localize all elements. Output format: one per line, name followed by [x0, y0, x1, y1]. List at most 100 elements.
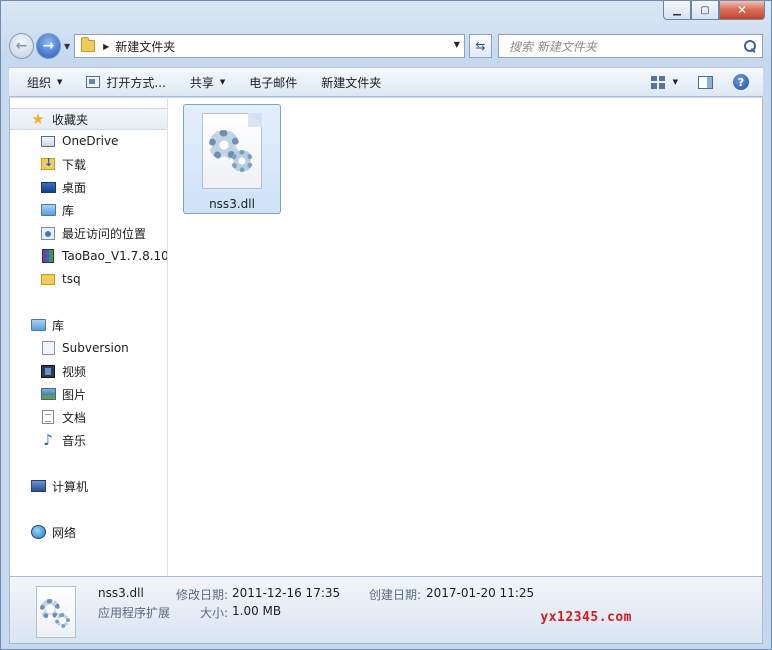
nav-item-downloads[interactable]: 下载 — [10, 153, 167, 175]
video-icon — [41, 364, 55, 378]
open-with-label: 打开方式... — [106, 75, 166, 90]
nav-item-recent-places[interactable]: 最近访问的位置 — [10, 222, 167, 244]
nav-item-pictures[interactable]: 图片 — [10, 383, 167, 405]
preview-pane-icon[interactable] — [698, 75, 713, 89]
forward-button[interactable]: → — [35, 33, 61, 59]
file-item-selected[interactable]: nss3.dll — [183, 104, 281, 214]
library-icon — [30, 319, 46, 331]
document-icon — [42, 410, 54, 424]
nav-label: 库 — [62, 203, 75, 218]
toolbar-right-group: ▼ ? — [650, 68, 749, 96]
nav-item-onedrive[interactable]: OneDrive — [10, 130, 167, 152]
nav-favorites[interactable]: ★ 收藏夹 — [10, 108, 167, 130]
share-label: 共享 — [189, 75, 214, 90]
nav-label: 计算机 — [52, 479, 89, 494]
organize-label: 组织 — [27, 75, 52, 90]
new-folder-label: 新建文件夹 — [321, 75, 382, 90]
subversion-icon — [41, 341, 55, 355]
nav-label: TaoBao_V1.7.8.10_ — [62, 249, 168, 263]
nav-label: Subversion — [62, 341, 129, 355]
rar-archive-icon — [42, 249, 54, 263]
desktop-icon — [40, 181, 56, 193]
navigation-bar: ← → ▼ ▶ 新建文件夹 ▼ ⇆ 搜索 新建文件夹 — [9, 31, 763, 61]
nav-label: 音乐 — [62, 433, 87, 448]
change-view-icon[interactable] — [650, 75, 665, 89]
details-modified-value: 2011-12-16 17:35 — [232, 586, 341, 600]
nav-item-desktop[interactable]: 桌面 — [10, 176, 167, 198]
minimize-button[interactable]: ▁ — [663, 1, 691, 20]
dll-gear-icon — [36, 586, 76, 638]
address-bar[interactable]: ▶ 新建文件夹 ▼ — [74, 34, 465, 58]
search-icon[interactable] — [744, 40, 756, 52]
maximize-button[interactable]: ▢ — [691, 1, 719, 20]
nav-label: 视频 — [62, 364, 87, 379]
file-name: nss3.dll — [209, 197, 255, 211]
details-modified-label: 修改日期: — [176, 588, 229, 602]
main-content: ★ 收藏夹 OneDrive 下载 桌面 库 最近访问的位置 — [9, 98, 763, 576]
computer-icon — [30, 480, 46, 492]
caption-buttons: ▁ ▢ ✕ — [663, 1, 765, 20]
nav-label: 收藏夹 — [52, 112, 89, 127]
breadcrumb-arrow-icon[interactable]: ▶ — [103, 42, 109, 51]
close-button[interactable]: ✕ — [719, 1, 765, 20]
open-with-button[interactable]: 打开方式... — [74, 68, 177, 96]
details-created-label: 创建日期: — [369, 588, 422, 602]
music-note-icon: ♪ — [43, 431, 53, 449]
nav-item-tsq[interactable]: tsq — [10, 268, 167, 290]
details-file-name: nss3.dll — [98, 586, 144, 600]
back-button[interactable]: ← — [9, 33, 34, 59]
chevron-down-icon: ▼ — [57, 78, 63, 86]
recent-pages-dropdown[interactable]: ▼ — [64, 42, 70, 51]
downloads-folder-icon — [41, 156, 55, 170]
nav-label: OneDrive — [62, 134, 119, 148]
library-icon — [40, 204, 56, 216]
search-input[interactable]: 搜索 新建文件夹 — [497, 34, 763, 58]
dll-gear-icon — [202, 113, 262, 189]
details-size-label: 大小: — [200, 606, 229, 620]
nav-label: tsq — [62, 272, 81, 286]
breadcrumb-current-folder[interactable]: 新建文件夹 — [115, 38, 175, 55]
nav-item-subversion[interactable]: Subversion — [10, 337, 167, 359]
search-placeholder: 搜索 新建文件夹 — [508, 39, 597, 54]
nav-network[interactable]: 网络 — [10, 521, 167, 543]
nav-label: 图片 — [62, 387, 87, 402]
file-list-pane[interactable]: nss3.dll — [169, 98, 762, 576]
nav-item-taobao[interactable]: TaoBao_V1.7.8.10_ — [10, 245, 168, 267]
command-bar: 组织 ▼ 打开方式... 共享 ▼ 电子邮件 新建文件夹 ▼ ? — [9, 67, 763, 97]
nav-item-library[interactable]: 库 — [10, 199, 167, 221]
view-options-dropdown[interactable]: ▼ — [673, 78, 678, 86]
nav-label: 最近访问的位置 — [62, 226, 147, 241]
new-folder-button[interactable]: 新建文件夹 — [309, 68, 393, 96]
email-button[interactable]: 电子邮件 — [237, 68, 309, 96]
details-size-value: 1.00 MB — [232, 604, 282, 618]
email-label: 电子邮件 — [249, 75, 298, 90]
arrow-right-icon: → — [42, 38, 55, 54]
nav-computer[interactable]: 计算机 — [10, 475, 167, 497]
folder-icon — [41, 273, 55, 285]
recent-places-icon — [41, 226, 55, 240]
network-icon — [30, 525, 46, 539]
help-icon[interactable]: ? — [733, 74, 749, 90]
nav-item-documents[interactable]: 文档 — [10, 406, 167, 428]
nav-label: 桌面 — [62, 180, 87, 195]
chevron-down-icon: ▼ — [219, 78, 226, 86]
nav-item-videos[interactable]: 视频 — [10, 360, 167, 382]
refresh-icon: ⇆ — [475, 39, 486, 53]
organize-button[interactable]: 组织 ▼ — [9, 68, 74, 96]
nav-libraries[interactable]: 库 — [10, 314, 167, 336]
pictures-icon — [40, 388, 56, 400]
nav-label: 库 — [52, 318, 65, 333]
details-pane: nss3.dll 应用程序扩展 修改日期: 2011-12-16 17:35 大… — [9, 576, 763, 644]
star-icon: ★ — [31, 110, 45, 128]
onedrive-icon — [41, 135, 55, 147]
navigation-pane[interactable]: ★ 收藏夹 OneDrive 下载 桌面 库 最近访问的位置 — [10, 98, 168, 576]
details-created-value: 2017-01-20 11:25 — [426, 586, 535, 600]
refresh-button[interactable]: ⇆ — [468, 34, 492, 58]
nav-label: 网络 — [52, 525, 77, 540]
share-button[interactable]: 共享 ▼ — [178, 68, 237, 96]
address-dropdown-icon[interactable]: ▼ — [454, 40, 460, 49]
nav-item-music[interactable]: ♪ 音乐 — [10, 429, 167, 451]
watermark-text: yx12345.com — [540, 610, 632, 625]
details-file-type: 应用程序扩展 — [98, 606, 171, 620]
explorer-window: ▁ ▢ ✕ ← → ▼ ▶ 新建文件夹 ▼ ⇆ 搜索 新建文件夹 组织 ▼ 打开… — [0, 0, 772, 650]
